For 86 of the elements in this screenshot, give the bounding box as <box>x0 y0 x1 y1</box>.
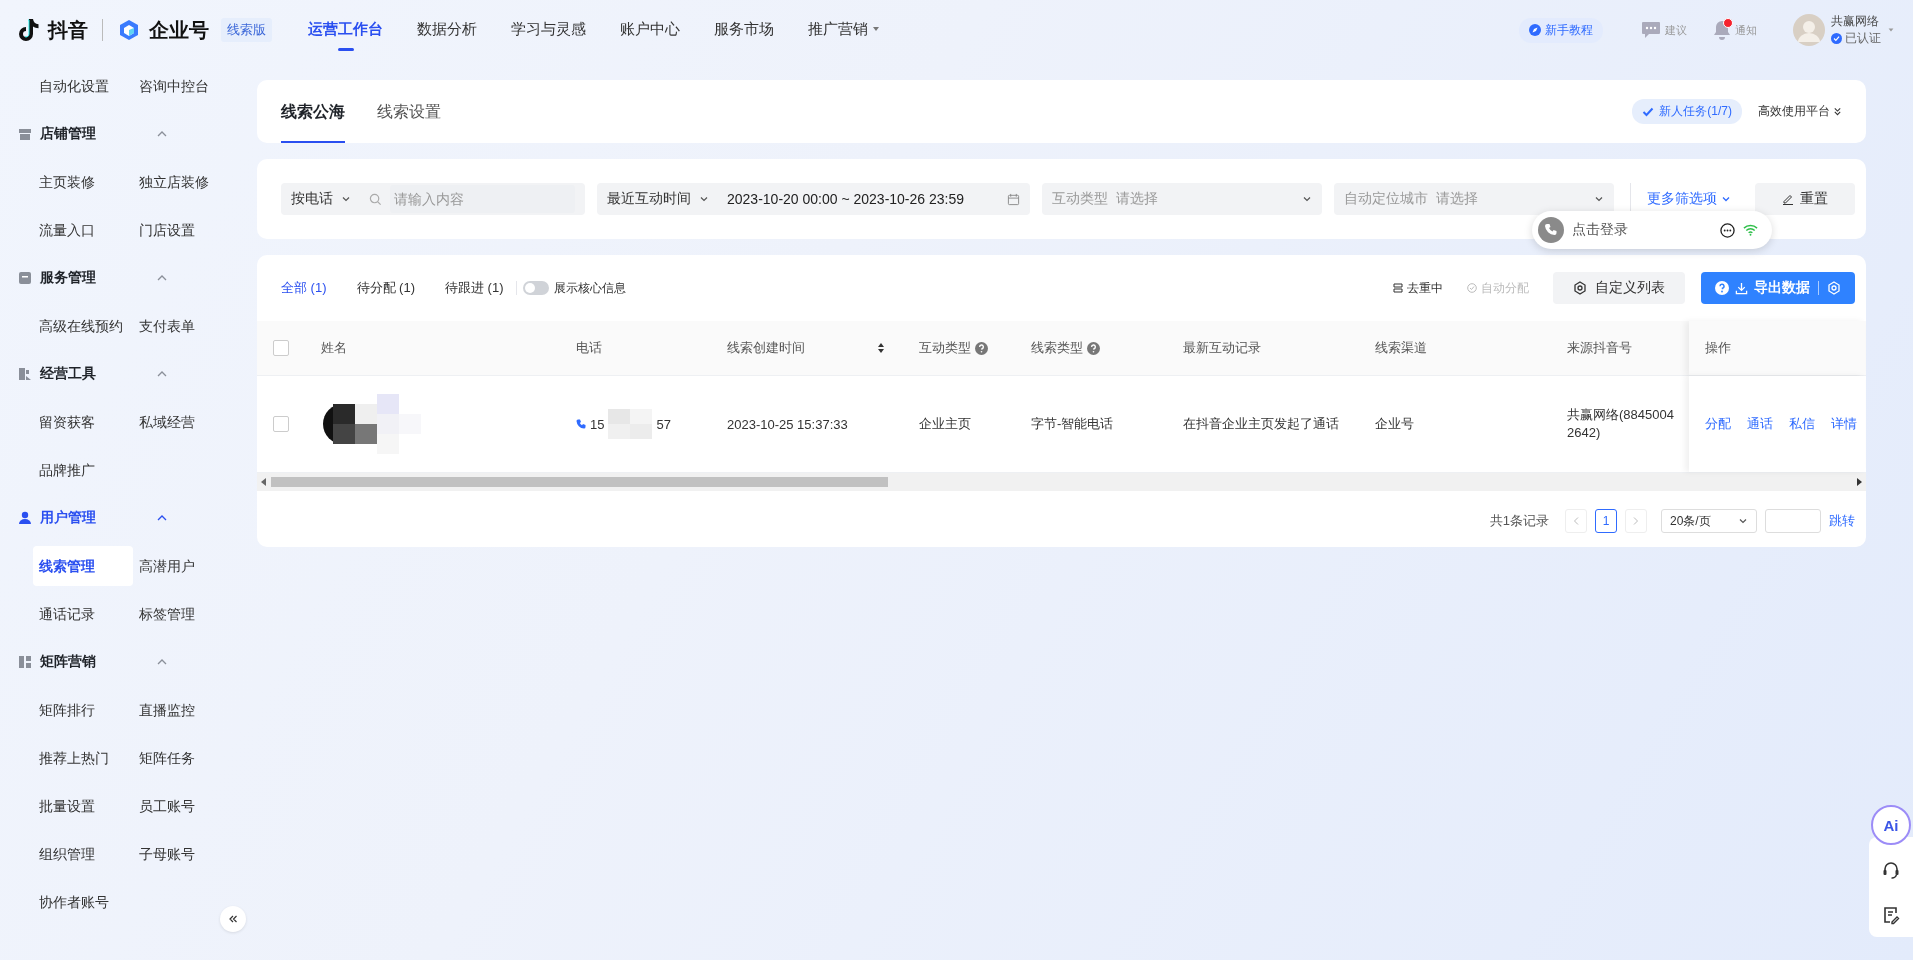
column-header: 线索类型 <box>1031 339 1083 357</box>
sidebar-group-header[interactable]: 经营工具 <box>0 350 250 398</box>
phone-number-end: 57 <box>656 416 671 432</box>
ai-assistant-button[interactable]: Ai <box>1871 805 1911 845</box>
export-button[interactable]: 导出数据 <box>1701 272 1855 304</box>
dedupe-button[interactable]: 去重中 <box>1393 279 1443 297</box>
login-popup[interactable]: 点击登录 <box>1532 211 1772 249</box>
phone-type-select[interactable]: 按电话 <box>291 190 351 208</box>
task-badge[interactable]: 新人任务(1/7) <box>1632 99 1742 124</box>
sidebar-item[interactable]: 品牌推广 <box>33 450 133 490</box>
row-action-link[interactable]: 通话 <box>1747 415 1773 433</box>
nav-tab[interactable]: 推广营销 <box>808 9 881 51</box>
nav-tab[interactable]: 数据分析 <box>417 9 477 51</box>
column-header: 电话 <box>576 339 602 357</box>
search-field[interactable]: 请输入内容 <box>390 185 575 213</box>
table-cell: 企业主页 <box>919 415 971 433</box>
tutorial-button[interactable]: 新手教程 <box>1519 17 1603 43</box>
column-header: 线索创建时间 <box>727 339 805 357</box>
column-header: 线索渠道 <box>1375 339 1427 357</box>
custom-columns-button[interactable]: 自定义列表 <box>1553 272 1685 304</box>
login-text: 点击登录 <box>1572 221 1629 239</box>
nav-tab[interactable]: 学习与灵感 <box>511 9 586 51</box>
sidebar-item[interactable]: 门店设置 <box>133 210 245 250</box>
sidebar-item[interactable]: 矩阵任务 <box>133 738 245 778</box>
sidebar-item[interactable]: 主页装修 <box>33 162 133 202</box>
sidebar-item[interactable]: 高潜用户 <box>133 546 245 586</box>
column-header: 姓名 <box>321 339 347 357</box>
more-filters-button[interactable]: 更多筛选项 <box>1647 190 1731 208</box>
sidebar-item[interactable]: 子母账号 <box>133 834 245 874</box>
nav-tab[interactable]: 账户中心 <box>620 9 680 51</box>
verified-status: 已认证 <box>1831 30 1881 47</box>
row-action-link[interactable]: 分配 <box>1705 415 1731 433</box>
table-cell-text: 共赢网络(88450042642) <box>1567 406 1675 442</box>
table-cell: 在抖音企业主页发起了通话 <box>1183 415 1339 433</box>
efficiency-link[interactable]: 高效使用平台 <box>1758 103 1842 120</box>
table-cell: 2023-10-25 15:37:33 <box>727 416 848 432</box>
column-header: 操作 <box>1705 339 1731 357</box>
filter-tab[interactable]: 全部 (1) <box>281 279 327 297</box>
toggle-label: 展示核心信息 <box>553 279 626 297</box>
sidebar-item[interactable]: 批量设置 <box>33 786 133 826</box>
table-cell: 字节-智能电话 <box>1031 415 1114 433</box>
nav-tab[interactable]: 服务市场 <box>714 9 774 51</box>
sidebar-group-header[interactable]: 用户管理 <box>0 494 250 542</box>
sidebar-item[interactable]: 组织管理 <box>33 834 133 874</box>
row-action-link[interactable]: 详情 <box>1831 415 1857 433</box>
filter-tab[interactable]: 待跟进 (1) <box>445 279 504 297</box>
sidebar-item[interactable]: 自动化设置 <box>33 66 133 106</box>
sidebar-item[interactable]: 协作者账号 <box>33 882 133 922</box>
page-size-select[interactable]: 20条/页 <box>1661 509 1757 533</box>
sidebar-group-header[interactable]: 服务管理 <box>0 254 250 302</box>
nav-tab[interactable]: 运营工作台 <box>308 9 383 51</box>
sidebar-item[interactable]: 推荐上热门 <box>33 738 133 778</box>
page-tab[interactable]: 线索设置 <box>377 80 441 143</box>
row-action-link[interactable]: 私信 <box>1789 415 1815 433</box>
sidebar-item[interactable]: 线索管理 <box>33 546 133 586</box>
table-cell: 企业号 <box>1375 415 1414 433</box>
time-type-select[interactable]: 最近互动时间 <box>607 190 709 208</box>
sidebar-item[interactable]: 私域经营 <box>133 402 245 442</box>
sidebar-item[interactable]: 高级在线预约 <box>33 306 133 346</box>
sidebar-item[interactable]: 支付表单 <box>133 306 245 346</box>
jump-link[interactable]: 跳转 <box>1829 512 1855 530</box>
sidebar-item[interactable]: 咨询中控台 <box>133 66 245 106</box>
sidebar-item[interactable]: 留资获客 <box>33 402 133 442</box>
sidebar-group-header[interactable]: 店铺管理 <box>0 110 250 158</box>
brand-text: 企业号 <box>149 17 209 43</box>
logo-text: 抖音 <box>48 17 88 43</box>
column-header: 最新互动记录 <box>1183 339 1261 357</box>
date-range-field[interactable]: 2023-10-20 00:00 ~ 2023-10-26 23:59 <box>727 191 999 207</box>
page-number-button[interactable]: 1 <box>1595 509 1617 533</box>
phone-number-start: 15 <box>590 416 605 432</box>
column-header: 来源抖音号 <box>1567 339 1632 357</box>
sidebar-item[interactable]: 独立店装修 <box>133 162 245 202</box>
sidebar-group-header[interactable]: 矩阵营销 <box>0 638 250 686</box>
sidebar-item[interactable]: 流量入口 <box>33 210 133 250</box>
sidebar-item[interactable]: 员工账号 <box>133 786 245 826</box>
sidebar-item[interactable]: 通话记录 <box>33 594 133 634</box>
sidebar-item[interactable]: 直播监控 <box>133 690 245 730</box>
edition-badge: 线索版 <box>221 18 272 42</box>
reset-button[interactable]: 重置 <box>1755 183 1855 215</box>
page-tab[interactable]: 线索公海 <box>281 80 345 143</box>
column-header: 互动类型 <box>919 339 971 357</box>
total-records: 共1条记录 <box>1489 512 1549 530</box>
filter-tab[interactable]: 待分配 (1) <box>356 279 415 297</box>
user-name: 共赢网络 <box>1831 13 1880 30</box>
sidebar-item[interactable]: 矩阵排行 <box>33 690 133 730</box>
sidebar-item[interactable]: 标签管理 <box>133 594 245 634</box>
